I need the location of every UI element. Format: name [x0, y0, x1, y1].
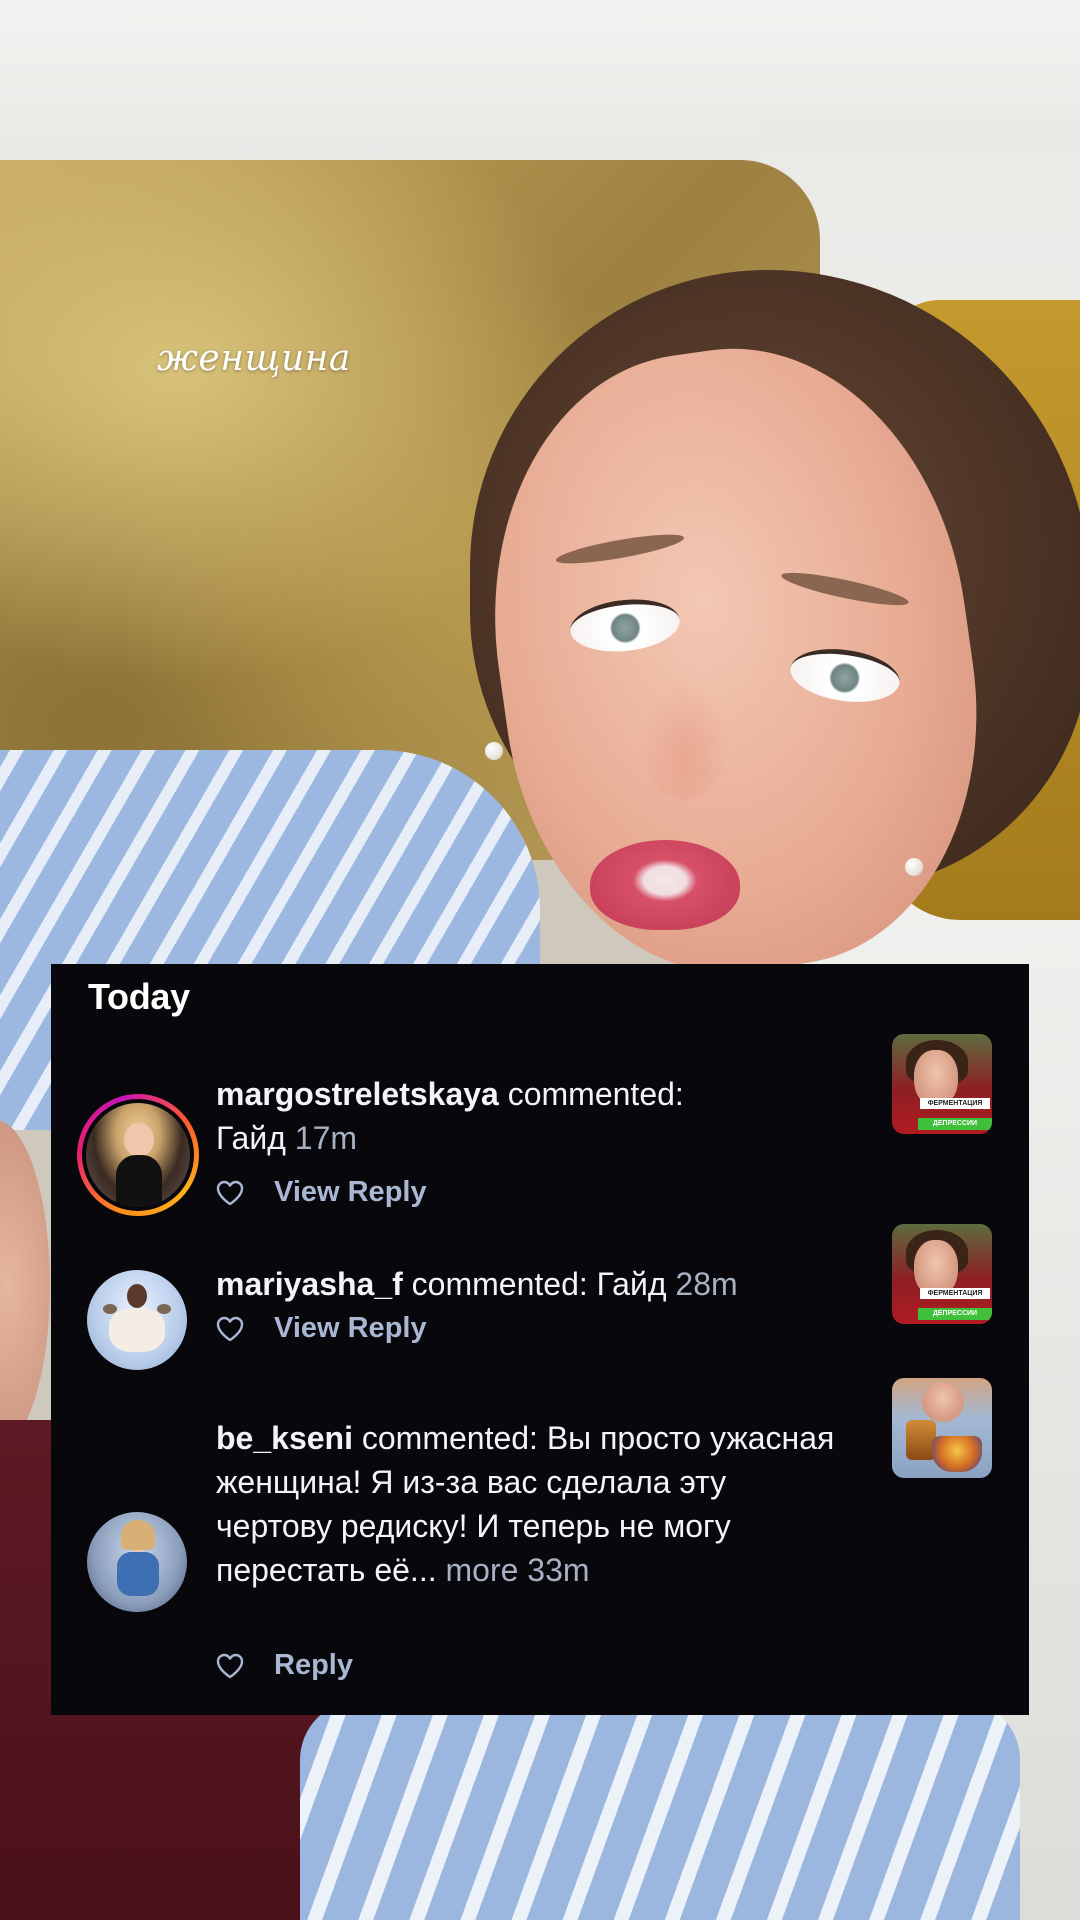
- action-text: commented:: [498, 1076, 684, 1112]
- story-caption: женщина: [157, 338, 351, 379]
- username[interactable]: margostreletskaya: [216, 1076, 499, 1112]
- activity-notifications-panel: Today margostreletskaya commented: Гайд …: [51, 964, 1029, 1715]
- username[interactable]: mariyasha_f: [216, 1266, 403, 1302]
- hand: [0, 1120, 50, 1450]
- pearl-earring-left: [485, 742, 503, 760]
- reply-button[interactable]: Reply: [274, 1649, 353, 1682]
- post-thumbnail[interactable]: ФЕРМЕНТАЦИЯ ДЕПРЕССИИ: [892, 1034, 992, 1134]
- avatar[interactable]: [86, 1103, 190, 1207]
- pearl-earring-right: [905, 858, 923, 876]
- section-title: Today: [88, 976, 190, 1017]
- notification-actions: Reply: [216, 1649, 353, 1682]
- striped-shirt-bottom: [300, 1700, 1020, 1920]
- notification-actions: View Reply: [216, 1312, 427, 1345]
- notification-text: mariyasha_f commented: Гайд 28m: [216, 1262, 856, 1306]
- story-ring[interactable]: [77, 1094, 199, 1216]
- post-thumbnail[interactable]: [892, 1378, 992, 1478]
- heart-icon[interactable]: [216, 1180, 244, 1206]
- avatar[interactable]: [87, 1512, 187, 1612]
- timestamp: 28m: [675, 1266, 738, 1302]
- more-link[interactable]: more: [445, 1552, 518, 1588]
- comment-text: Гайд: [216, 1120, 286, 1156]
- comment-text: Гайд: [596, 1266, 667, 1302]
- notification-text: margostreletskaya commented: Гайд 17m: [216, 1072, 816, 1160]
- lips: [590, 840, 740, 930]
- action-text: commented:: [402, 1266, 597, 1302]
- avatar[interactable]: [87, 1270, 187, 1370]
- view-reply-button[interactable]: View Reply: [274, 1176, 427, 1209]
- heart-icon[interactable]: [216, 1316, 244, 1342]
- story-screen: женщина Today margostreletskaya commente…: [0, 0, 1080, 1920]
- action-text: commented:: [352, 1420, 547, 1456]
- username[interactable]: be_kseni: [216, 1420, 353, 1456]
- post-thumbnail[interactable]: ФЕРМЕНТАЦИЯ ДЕПРЕССИИ: [892, 1224, 992, 1324]
- notification-text: be_kseni commented: Вы просто ужасная же…: [216, 1416, 836, 1592]
- timestamp: 17m: [294, 1120, 358, 1156]
- heart-icon[interactable]: [216, 1653, 244, 1679]
- nose: [640, 680, 730, 800]
- view-reply-button[interactable]: View Reply: [274, 1312, 427, 1345]
- notification-actions: View Reply: [216, 1176, 427, 1209]
- timestamp: 33m: [527, 1552, 590, 1588]
